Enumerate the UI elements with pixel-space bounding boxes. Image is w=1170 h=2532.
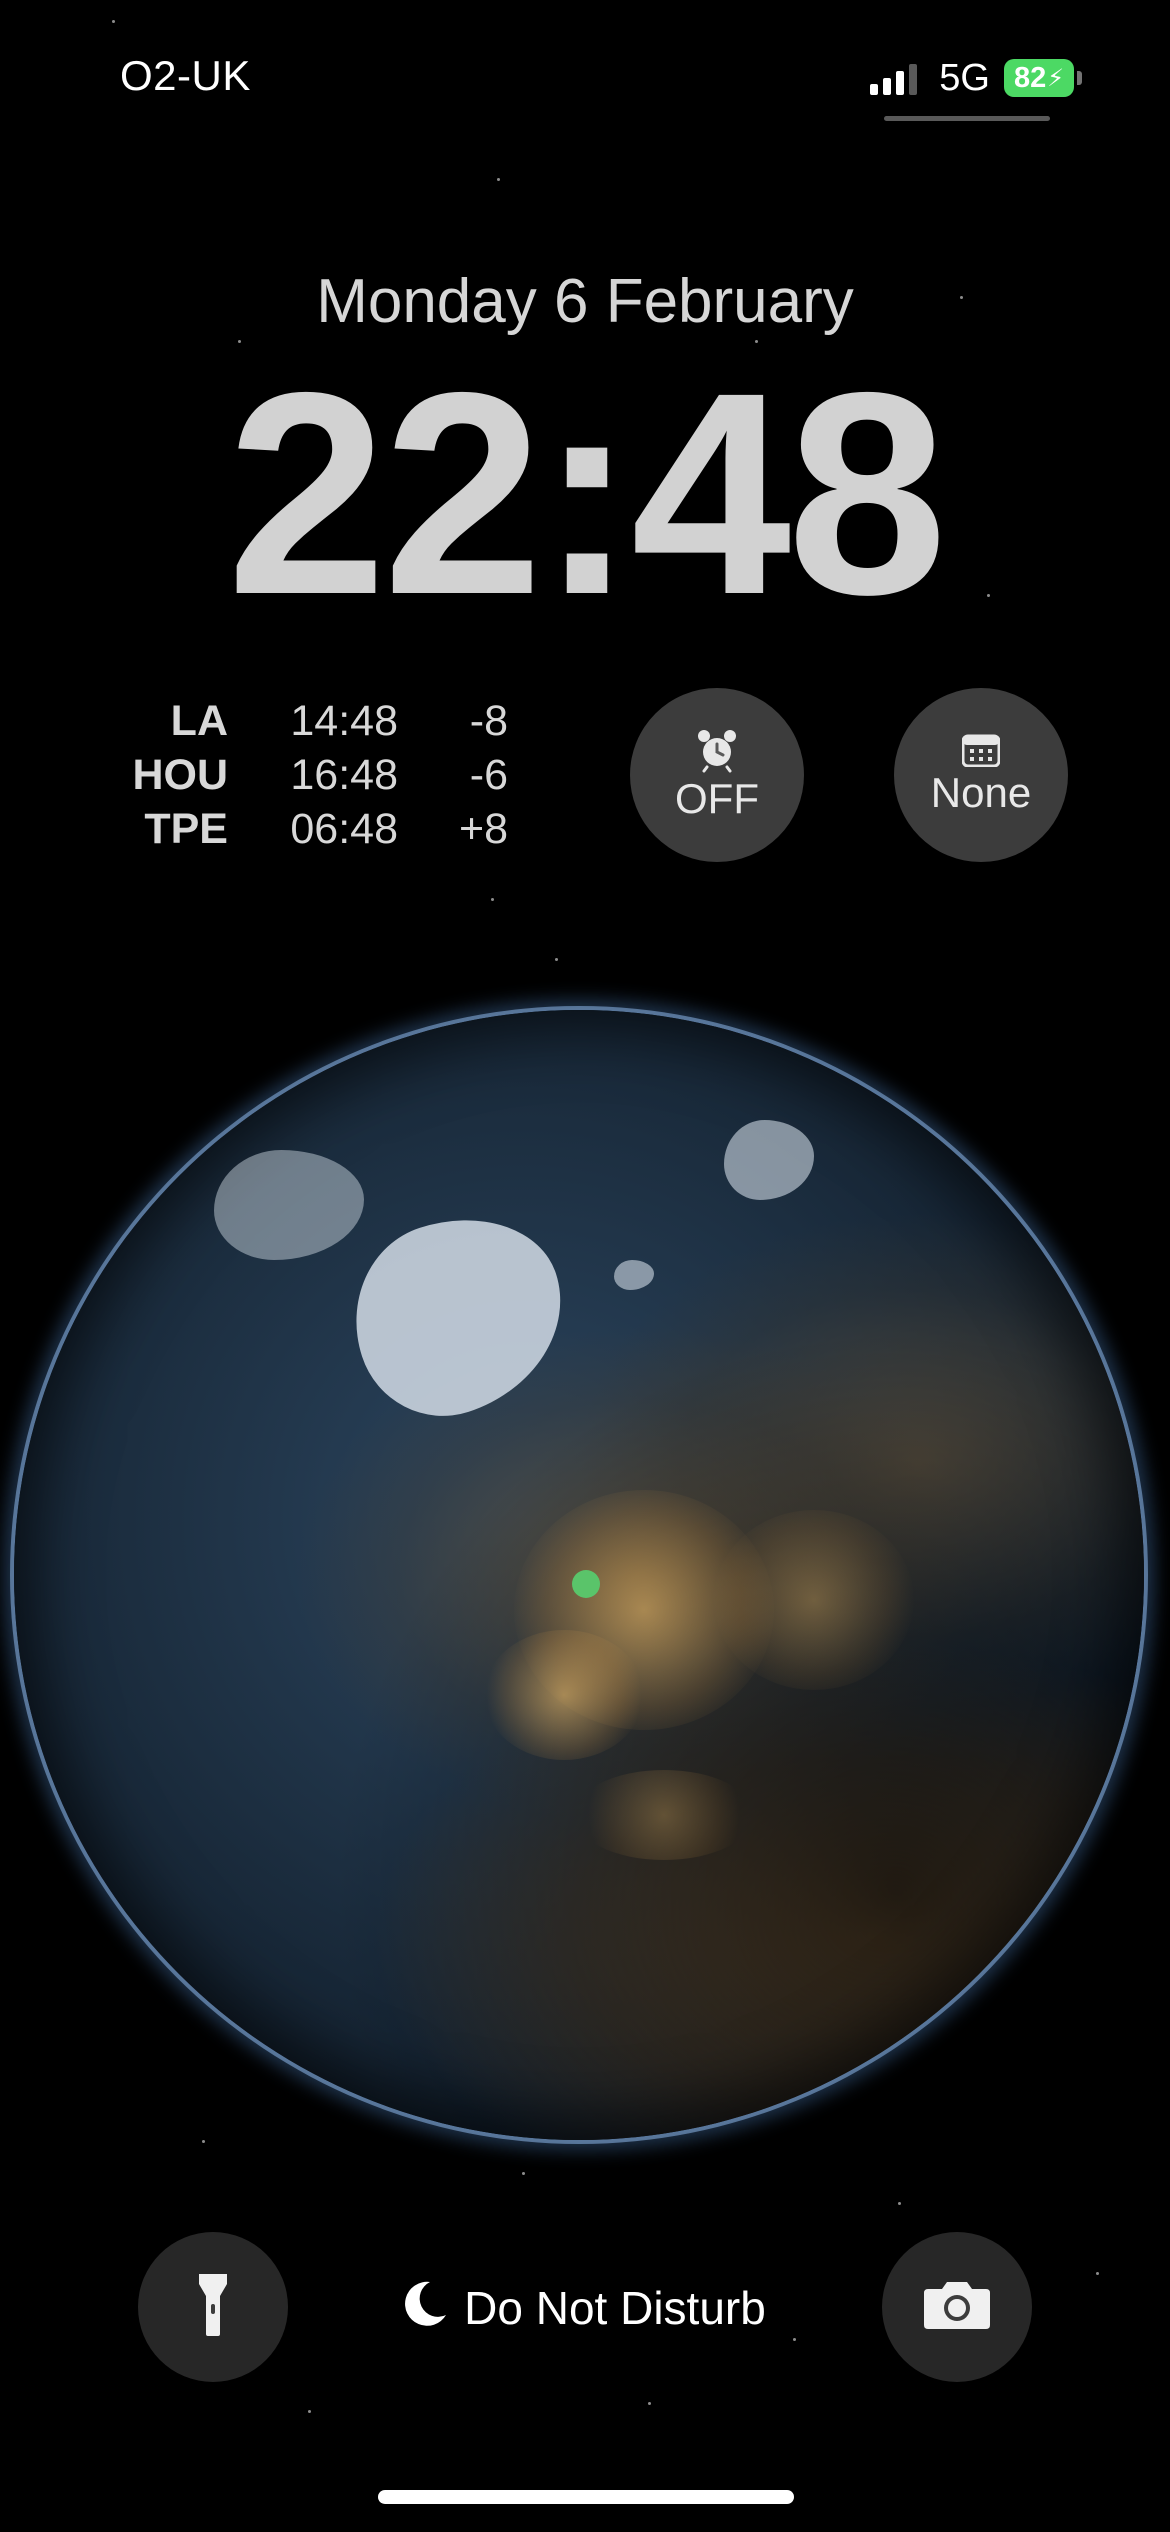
alarm-widget[interactable]: OFF — [630, 688, 804, 862]
world-clock-offset: +8 — [458, 805, 508, 853]
star — [491, 898, 494, 901]
star — [1096, 2272, 1099, 2275]
arctic-islands — [214, 1150, 364, 1260]
star — [898, 2202, 901, 2205]
world-clock-city: HOU — [132, 751, 228, 799]
world-clock-time: 14:48 — [290, 697, 398, 745]
greenland-ice — [329, 1192, 589, 1438]
battery-percent: 82 — [1013, 61, 1047, 94]
star — [648, 2402, 651, 2405]
north-africa-lights — [574, 1770, 754, 1860]
calendar-status-label: None — [930, 769, 1032, 816]
control-center-indicator[interactable] — [884, 116, 1050, 121]
calendar-widget[interactable]: None — [894, 688, 1068, 862]
star — [555, 958, 558, 961]
eastern-europe-lights — [714, 1510, 914, 1690]
world-clock-row: LA 14:48 -8 — [118, 694, 518, 748]
lock-date: Monday 6 February — [316, 267, 854, 336]
status-indicators: 5G 82 ⚡ — [870, 56, 1082, 100]
star — [522, 2172, 525, 2175]
lock-screen: O2-UK 5G 82 ⚡ Monday 6 February 22:48 LA … — [0, 0, 1170, 2532]
cellular-signal-icon — [870, 61, 918, 95]
battery-cap — [1077, 71, 1082, 85]
svalbard-ice — [724, 1120, 814, 1200]
star — [112, 20, 115, 23]
iberia-city-lights — [484, 1630, 644, 1760]
focus-mode-status[interactable]: Do Not Disturb — [400, 2278, 770, 2338]
world-clock-offset: -8 — [469, 697, 508, 745]
iceland-ice — [614, 1260, 654, 1290]
network-type-label: 5G — [939, 56, 990, 99]
world-clock-city: LA — [170, 697, 228, 745]
current-location-dot — [572, 1570, 600, 1598]
charging-bolt-icon: ⚡ — [1047, 64, 1065, 92]
focus-mode-label: Do Not Disturb — [464, 2282, 766, 2334]
world-clock-time: 16:48 — [290, 751, 398, 799]
camera-icon — [922, 2279, 992, 2336]
world-clock-row: TPE 06:48 +8 — [118, 802, 518, 856]
alarm-clock-icon — [694, 727, 740, 773]
world-clock-widget[interactable]: LA 14:48 -8 HOU 16:48 -6 TPE 06:48 +8 — [118, 694, 518, 856]
star — [793, 2338, 796, 2341]
world-clock-offset: -6 — [469, 751, 508, 799]
carrier-label: O2-UK — [120, 52, 251, 99]
world-clock-row: HOU 16:48 -6 — [118, 748, 518, 802]
camera-button[interactable] — [882, 2232, 1032, 2382]
home-indicator[interactable] — [378, 2490, 794, 2504]
flashlight-icon — [196, 2272, 230, 2343]
moon-icon — [404, 2279, 448, 2338]
world-clock-time: 06:48 — [290, 805, 398, 853]
lock-time: 22:48 — [226, 333, 948, 655]
alarm-status-label: OFF — [675, 775, 759, 822]
star — [308, 2410, 311, 2413]
battery-icon: 82 ⚡ — [1004, 59, 1074, 97]
world-clock-city: TPE — [144, 805, 228, 853]
calendar-icon — [962, 733, 1000, 767]
star — [202, 2140, 205, 2143]
flashlight-button[interactable] — [138, 2232, 288, 2382]
star — [497, 178, 500, 181]
